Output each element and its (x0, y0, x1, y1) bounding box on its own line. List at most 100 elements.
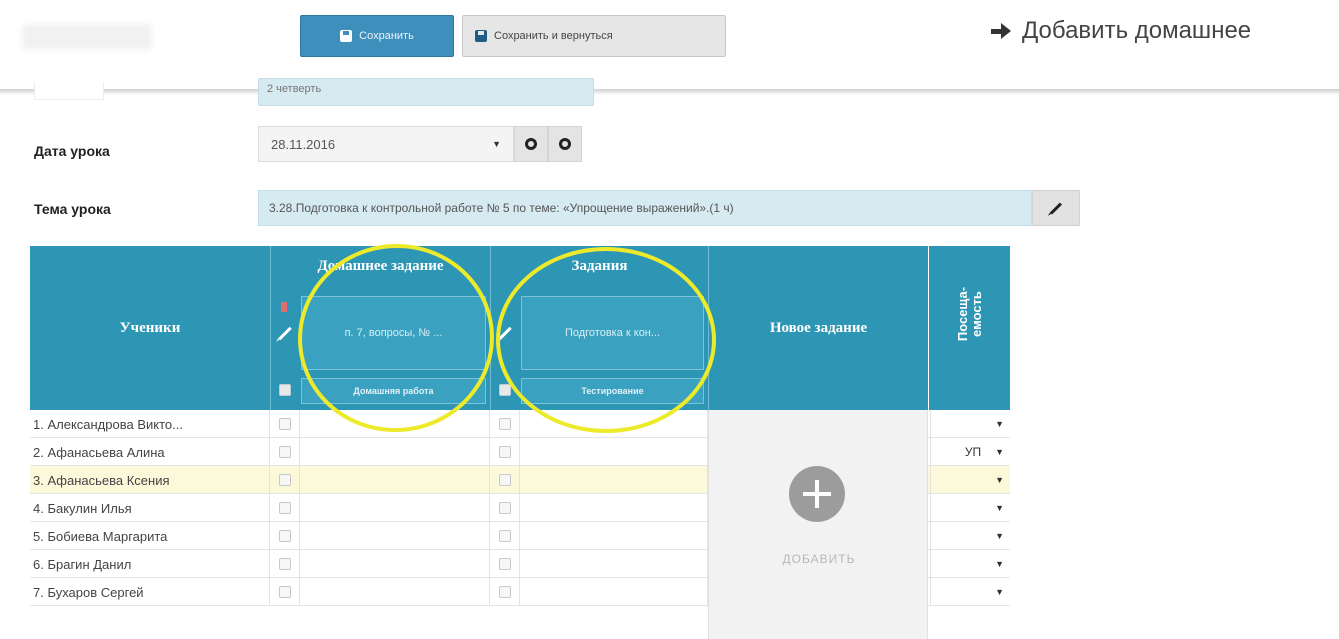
add-task-label: ДОБАВИТЬ (782, 552, 856, 566)
homework-cell (270, 522, 300, 550)
homework-checkbox[interactable] (279, 418, 291, 430)
task-cell (490, 522, 520, 550)
students-header: Ученики (30, 246, 270, 410)
tasks-title: Задания (571, 257, 628, 274)
task-grade-cell[interactable] (520, 410, 708, 438)
task-grade-cell[interactable] (520, 438, 708, 466)
date-select[interactable]: 28.11.2016 ▼ (258, 126, 514, 162)
edit-topic-button[interactable] (1032, 190, 1080, 226)
attendance-select[interactable]: ▼ (930, 522, 1010, 550)
task-grade-cell[interactable] (520, 466, 708, 494)
homework-checkbox[interactable] (279, 502, 291, 514)
add-homework-link[interactable]: Добавить домашнее (990, 17, 1251, 45)
partial-field[interactable] (34, 82, 104, 100)
homework-checkbox[interactable] (279, 586, 291, 598)
task-checkbox[interactable] (499, 418, 511, 430)
task-cell (490, 410, 520, 438)
quarter-field[interactable]: 2 четверть (258, 78, 594, 106)
student-name: 5. Бобиева Маргарита (30, 522, 270, 550)
task-grade-cell[interactable] (520, 494, 708, 522)
save-button-label: Сохранить (359, 30, 414, 42)
homework-cell (270, 550, 300, 578)
next-date-button[interactable] (548, 126, 582, 162)
task-cell (490, 578, 520, 606)
homework-checkbox[interactable] (279, 530, 291, 542)
prev-circle-icon (525, 138, 537, 150)
caret-down-icon: ▼ (995, 475, 1004, 485)
attendance-select[interactable]: ▼ (930, 550, 1010, 578)
blurred-logo (22, 24, 152, 50)
caret-down-icon: ▼ (492, 139, 501, 149)
task-checkbox[interactable] (499, 558, 511, 570)
save-and-return-label: Сохранить и вернуться (494, 30, 613, 42)
caret-down-icon: ▼ (995, 531, 1004, 541)
task-cell (490, 438, 520, 466)
new-task-header: Новое задание (708, 246, 928, 410)
date-value: 28.11.2016 (271, 136, 336, 152)
homework-grade-cell[interactable] (300, 550, 490, 578)
add-homework-label: Добавить домашнее (1022, 17, 1252, 44)
caret-down-icon: ▼ (995, 587, 1004, 597)
task-grade-cell[interactable] (520, 578, 708, 606)
save-button[interactable]: Сохранить (300, 15, 454, 57)
homework-select-all-checkbox[interactable] (279, 384, 291, 396)
save-disk-icon (340, 30, 353, 42)
homework-checkbox[interactable] (279, 474, 291, 486)
attendance-select[interactable]: ▼ (930, 410, 1010, 438)
task-checkbox[interactable] (499, 502, 511, 514)
pencil-icon (278, 326, 292, 340)
attendance-value: УП (964, 445, 982, 459)
homework-title: Домашнее задание (317, 257, 444, 274)
tasks-select-all-checkbox[interactable] (499, 384, 511, 396)
homework-cell (270, 410, 300, 438)
homework-grade-cell[interactable] (300, 410, 490, 438)
homework-checkbox[interactable] (279, 558, 291, 570)
attendance-select[interactable]: ▼ (930, 578, 1010, 606)
plus-circle-icon[interactable] (789, 466, 845, 522)
homework-cell (270, 494, 300, 522)
attendance-select[interactable]: ▼ (930, 466, 1010, 494)
student-name: 3. Афанасьева Ксения (30, 466, 270, 494)
student-name: 2. Афанасьева Алина (30, 438, 270, 466)
save-disk-icon (475, 30, 487, 42)
homework-header: Домашнее задание п. 7, вопросы, № ... До… (270, 246, 490, 410)
homework-cell (270, 466, 300, 494)
caret-down-icon: ▼ (995, 503, 1004, 513)
tasks-task-box[interactable]: Подготовка к кон... (521, 296, 704, 370)
toolbar: Сохранить Сохранить и вернуться Добавить… (0, 0, 1339, 92)
pencil-icon (1049, 201, 1063, 215)
task-grade-cell[interactable] (520, 522, 708, 550)
student-name: 7. Бухаров Сергей (30, 578, 270, 606)
caret-down-icon: ▼ (995, 447, 1004, 457)
task-grade-cell[interactable] (520, 550, 708, 578)
topic-field[interactable]: 3.28.Подготовка к контрольной работе № 5… (258, 190, 1032, 226)
topic-label: Тема урока (34, 201, 111, 217)
save-and-return-button[interactable]: Сохранить и вернуться (462, 15, 726, 57)
task-checkbox[interactable] (499, 586, 511, 598)
attendance-select[interactable]: УП ▼ (930, 438, 1010, 466)
homework-task-box[interactable]: п. 7, вопросы, № ... (301, 296, 486, 370)
homework-cell (270, 438, 300, 466)
attendance-header: Посеща- емость (928, 246, 1010, 410)
homework-grade-cell[interactable] (300, 466, 490, 494)
homework-checkbox[interactable] (279, 446, 291, 458)
task-checkbox[interactable] (499, 446, 511, 458)
homework-grade-cell[interactable] (300, 522, 490, 550)
next-circle-icon (559, 138, 571, 150)
attendance-header-label: Посеща- емость (955, 286, 984, 342)
caret-down-icon: ▼ (995, 419, 1004, 429)
prev-date-button[interactable] (514, 126, 548, 162)
attendance-select[interactable]: ▼ (930, 494, 1010, 522)
task-cell (490, 550, 520, 578)
homework-grade-cell[interactable] (300, 494, 490, 522)
homework-grade-cell[interactable] (300, 438, 490, 466)
edit-task-button[interactable] (495, 316, 515, 350)
task-checkbox[interactable] (499, 530, 511, 542)
task-checkbox[interactable] (499, 474, 511, 486)
homework-cell (270, 578, 300, 606)
add-task-area[interactable]: ДОБАВИТЬ (708, 410, 928, 639)
edit-homework-button[interactable] (275, 316, 295, 350)
homework-grade-cell[interactable] (300, 578, 490, 606)
task-cell (490, 494, 520, 522)
arrow-right-icon (990, 23, 1012, 39)
